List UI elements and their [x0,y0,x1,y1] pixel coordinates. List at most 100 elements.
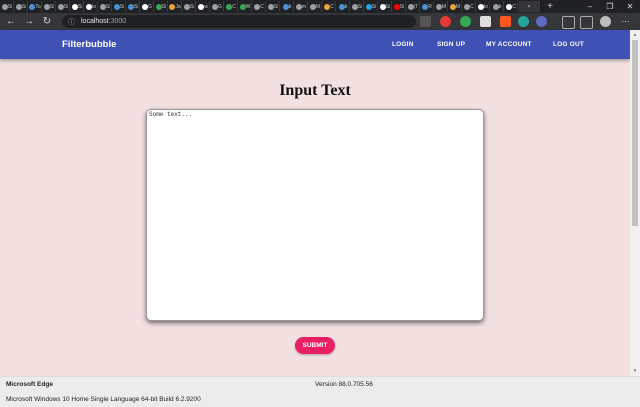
browser-tab[interactable]: M [449,1,462,12]
tab-title: lo [484,3,488,10]
nav-logout-link[interactable]: LOG OUT [553,41,584,48]
browser-tab[interactable]: Si [15,1,28,12]
browser-tab[interactable]: w [197,1,210,12]
tab-title: G [218,3,222,10]
back-button[interactable]: ← [4,15,18,29]
forward-button[interactable]: → [22,15,36,29]
scroll-up-arrow-icon[interactable]: ▲ [631,31,639,39]
browser-tab[interactable]: Si [43,1,56,12]
browser-tab[interactable]: Si [351,1,364,12]
tab-title: Si [371,3,377,10]
browser-toolbar: ← → ↻ ⓘ localhost:3000 ⋯ [0,13,640,30]
browser-tab[interactable]: C [323,1,336,12]
tab-title: W [245,3,251,10]
extension-red-icon[interactable] [440,16,451,27]
tab-title: Si [119,3,125,10]
browser-version-label: Version 88.0.705.56 [315,381,373,388]
browser-tab[interactable]: Si [183,1,196,12]
reload-button[interactable]: ↻ [40,15,54,29]
browser-tab[interactable]: Si [113,1,126,12]
browser-tab[interactable]: M [435,1,448,12]
tab-title: Si [63,3,69,10]
app-navbar: Filterbubble LOGIN SIGN UP MY ACCOUNT LO… [0,30,630,59]
browser-tab[interactable]: Si [1,1,14,12]
nav-signup-link[interactable]: SIGN UP [437,41,465,48]
more-menu-icon[interactable]: ⋯ [620,16,631,27]
extension-green-icon[interactable] [460,16,471,27]
browser-tab[interactable]: b [281,1,294,12]
browser-tab[interactable]: C [505,1,518,12]
browser-tab[interactable]: m [295,1,308,12]
tab-title: C [260,3,264,10]
browser-tab[interactable]: Si [393,1,406,12]
tab-title: Si [7,3,13,10]
browser-tab[interactable]: Si [57,1,70,12]
nav-login-link[interactable]: LOGIN [392,41,414,48]
text-input-area[interactable] [146,109,484,321]
tab-title: Si [189,3,195,10]
tab-title: M [315,3,321,10]
browser-tab[interactable]: Si [379,1,392,12]
address-bar[interactable]: ⓘ localhost:3000 [62,15,416,28]
tab-title: b [288,3,292,10]
scroll-down-arrow-icon[interactable]: ▼ [631,367,639,375]
browser-tab[interactable]: Si [267,1,280,12]
tab-title: Ja [175,3,181,10]
browser-tab[interactable]: lo [477,1,490,12]
site-info-icon[interactable]: ⓘ [68,17,75,27]
browser-tab[interactable]: (T [407,1,420,12]
browser-tab[interactable]: G [211,1,224,12]
scrollbar-thumb[interactable] [632,40,638,226]
tab-title: b [498,3,502,10]
browser-tab[interactable]: b [337,1,350,12]
browser-tab[interactable]: R [421,1,434,12]
tab-title: Si [21,3,27,10]
browser-tab[interactable]: Si [127,1,140,12]
minimize-button[interactable]: – [580,0,600,13]
browser-tab[interactable]: C [225,1,238,12]
tab-title: C [330,3,334,10]
extension-grey-icon[interactable] [480,16,491,27]
close-window-button[interactable]: ✕ [620,0,640,13]
tab-title: w [204,3,208,10]
browser-tab[interactable]: Si [71,1,84,12]
browser-tab[interactable]: M [309,1,322,12]
tab-title: Si [105,3,111,10]
reading-mode-icon[interactable] [420,16,431,27]
browser-tab[interactable]: b [491,1,504,12]
tab-title: Si [385,3,391,10]
close-tab-icon[interactable]: × [528,4,531,10]
browser-tab[interactable]: W [239,1,252,12]
extension-orange-icon[interactable] [500,16,511,27]
browser-tab[interactable]: Io [85,1,98,12]
url-host: localhost [81,18,109,25]
nav-my-account-link[interactable]: MY ACCOUNT [486,41,532,48]
tab-title: Si [161,3,167,10]
new-tab-button[interactable]: + [544,1,556,12]
submit-button[interactable]: SUBMIT [295,337,335,354]
browser-tab[interactable]: To [29,1,42,12]
extension-teal-icon[interactable] [518,16,529,27]
tab-title: Si [273,3,279,10]
favorites-icon[interactable] [562,16,575,29]
tab-title: To [35,3,41,10]
tab-title: C [512,3,516,10]
active-browser-tab[interactable]: × [519,1,540,12]
tab-title: Si [399,3,405,10]
browser-tab[interactable]: Si [99,1,112,12]
browser-tab[interactable]: Si [365,1,378,12]
collections-icon[interactable] [580,16,593,29]
tab-title: Io [91,3,97,10]
browser-tab[interactable]: Si [155,1,168,12]
browser-tab[interactable]: C [463,1,476,12]
tab-title: Si [133,3,139,10]
browser-tab-strip: Si Si To Si Si Si Io Si Si Si G Si Ja Si w G C W C Si b m M Cb S… [0,0,640,13]
maximize-button[interactable]: ❐ [600,0,620,13]
profile-avatar[interactable] [600,16,611,27]
browser-tab[interactable]: C [253,1,266,12]
browser-tab[interactable]: G [141,1,154,12]
brand-logo[interactable]: Filterbubble [62,39,116,50]
extension-blue-icon[interactable] [536,16,547,27]
browser-tab[interactable]: Ja [169,1,182,12]
tab-title: G [148,3,152,10]
